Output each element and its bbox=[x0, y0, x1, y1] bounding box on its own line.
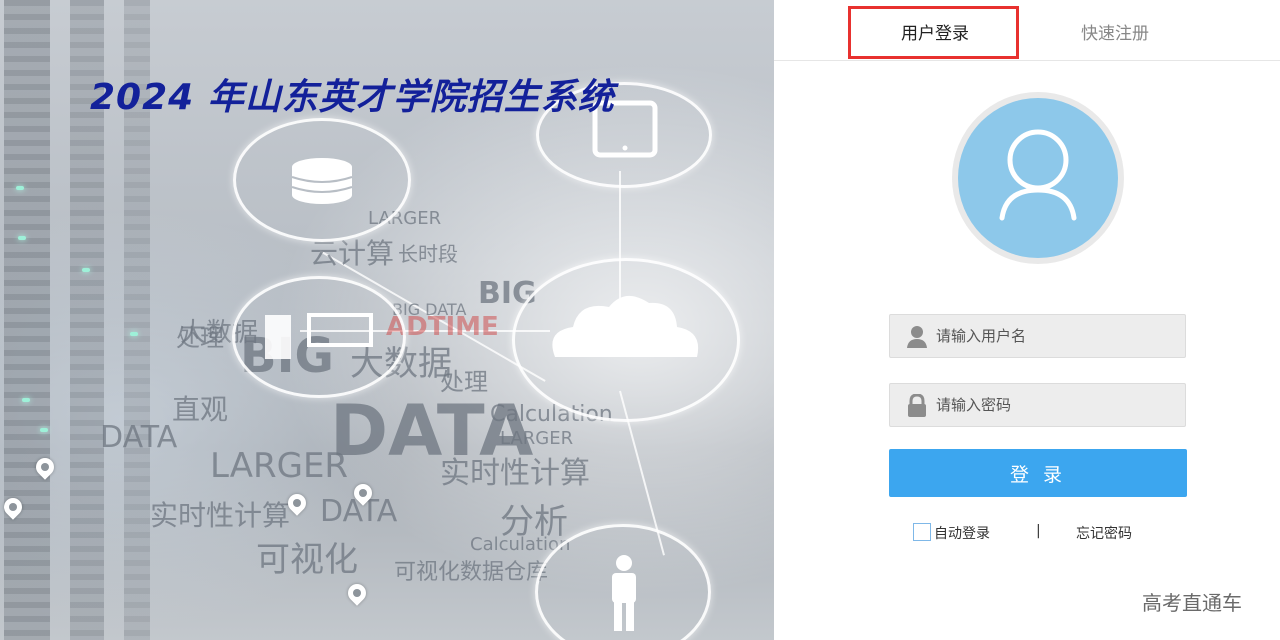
server-led bbox=[130, 332, 138, 336]
server-led bbox=[22, 398, 30, 402]
lock-icon bbox=[908, 394, 926, 417]
database-icon bbox=[291, 158, 353, 204]
server-led bbox=[40, 428, 48, 432]
avatar bbox=[952, 92, 1124, 264]
cloud-icon-ring bbox=[512, 258, 740, 422]
cloud-icon bbox=[552, 295, 699, 357]
password-input[interactable] bbox=[936, 384, 1176, 426]
background-word: 可视化 bbox=[256, 540, 358, 580]
user-icon bbox=[907, 326, 927, 348]
background-word: 长时段 bbox=[398, 242, 458, 266]
login-page: 云计算 长时段 LARGER BIG BIG DATA ADTIME 大数据 处… bbox=[0, 0, 1280, 640]
login-button[interactable]: 登 录 bbox=[889, 449, 1187, 497]
background-word: 直观 bbox=[172, 393, 229, 426]
tab-register[interactable]: 快速注册 bbox=[1030, 8, 1200, 60]
auto-login-checkbox[interactable] bbox=[913, 523, 931, 541]
tab-bar: 用户登录 快速注册 bbox=[774, 0, 1280, 61]
forgot-password-link[interactable]: 忘记密码 bbox=[1076, 523, 1132, 543]
background-word: LARGER bbox=[210, 446, 349, 486]
server-led bbox=[16, 186, 24, 190]
background-word: 处理 bbox=[176, 324, 224, 352]
options-separator: | bbox=[1036, 523, 1041, 539]
location-pin-icon bbox=[344, 580, 370, 606]
avatar-user-icon bbox=[999, 129, 1077, 221]
person-icon-ring bbox=[535, 524, 711, 640]
background-word: 实时性计算 bbox=[440, 456, 590, 491]
server-led bbox=[82, 268, 90, 272]
username-input[interactable] bbox=[936, 315, 1176, 357]
server-rack-decoration bbox=[4, 0, 50, 640]
avatar-circle bbox=[958, 98, 1118, 258]
watermark: 高考直通车 bbox=[1142, 591, 1242, 615]
username-field bbox=[889, 314, 1186, 358]
background-word: 实时性计算 bbox=[150, 499, 291, 532]
background-word: 可视化数据仓库 bbox=[394, 560, 549, 585]
monitor-icon-ring bbox=[232, 276, 406, 398]
background-word: DATA bbox=[100, 420, 178, 455]
background-word: LARGER bbox=[500, 428, 574, 449]
auto-login-label[interactable]: 自动登录 bbox=[934, 523, 990, 543]
database-icon-ring bbox=[233, 118, 411, 242]
login-options: 自动登录 | 忘记密码 bbox=[913, 522, 1173, 544]
password-field bbox=[889, 383, 1186, 427]
login-panel: 用户登录 快速注册 登 bbox=[774, 0, 1280, 640]
banner-title: 2024 年山东英才学院招生系统 bbox=[90, 77, 615, 118]
monitor-icon bbox=[265, 313, 373, 359]
banner: 云计算 长时段 LARGER BIG BIG DATA ADTIME 大数据 处… bbox=[0, 0, 774, 640]
person-icon bbox=[612, 555, 636, 631]
highlight-box bbox=[848, 6, 1019, 59]
server-led bbox=[18, 236, 26, 240]
